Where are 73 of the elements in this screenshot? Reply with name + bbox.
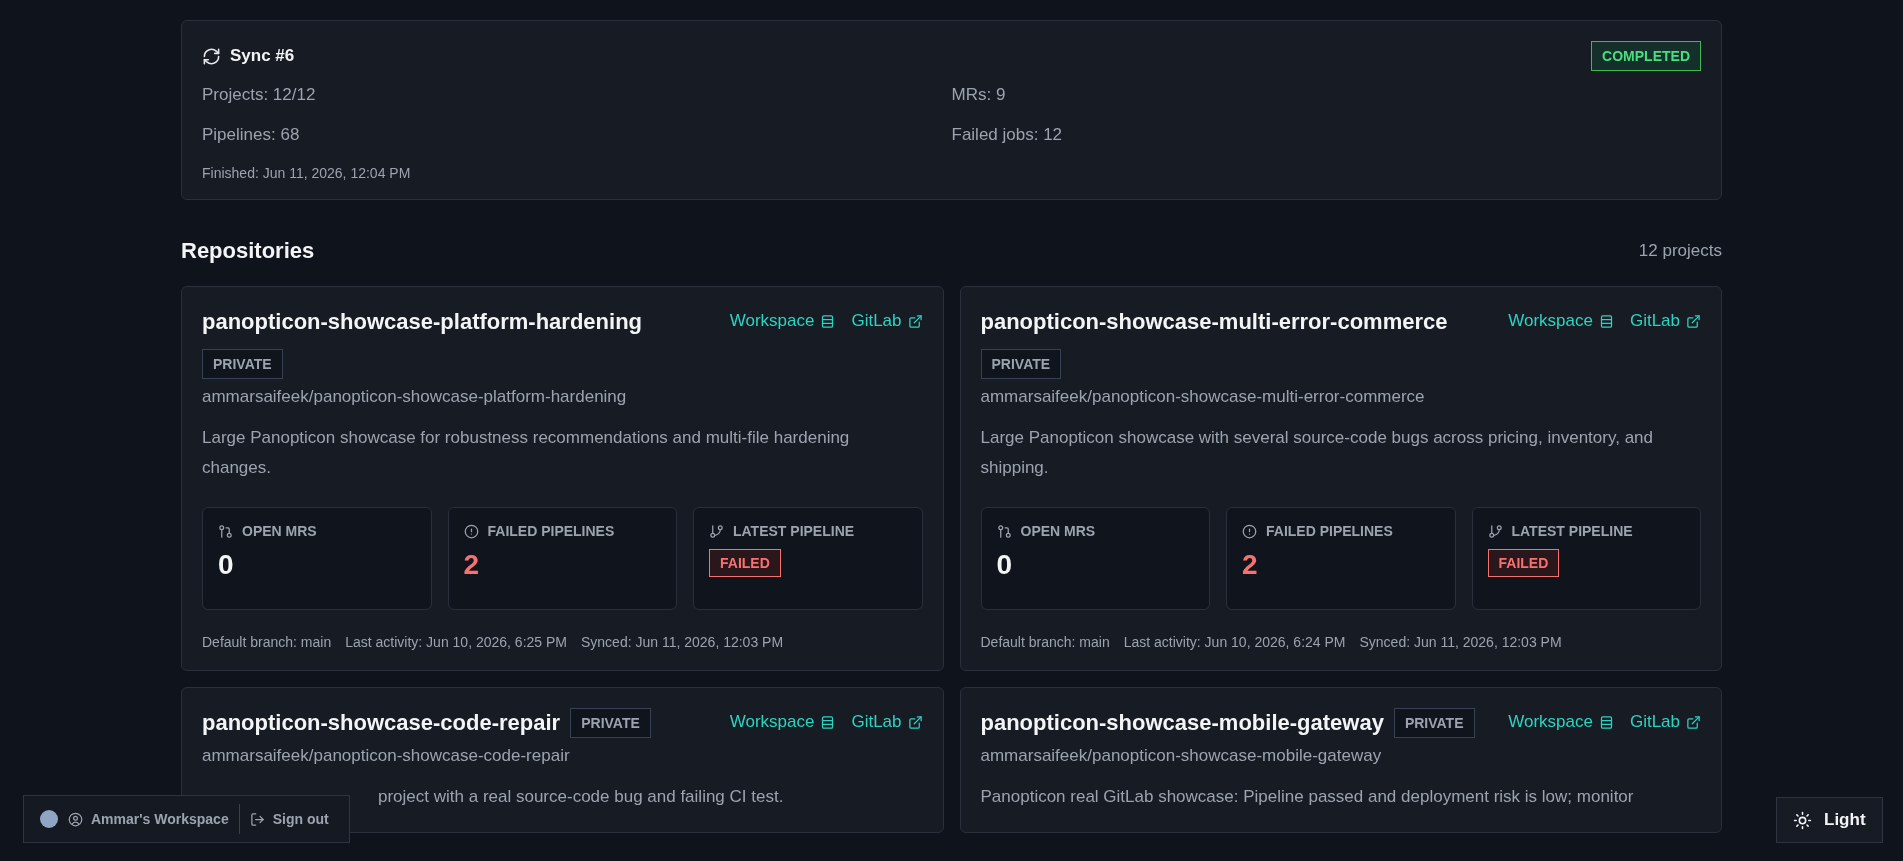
stat-label: LATEST PIPELINE	[1511, 523, 1633, 539]
stat-label: OPEN MRS	[1020, 523, 1096, 539]
sync-title: Sync #6	[230, 46, 295, 66]
user-icon	[68, 811, 83, 827]
workspace-link[interactable]: Workspace	[729, 712, 836, 732]
visibility-badge: PRIVATE	[1393, 708, 1475, 738]
project-count: 12 projects	[1638, 241, 1722, 261]
workspace-link[interactable]: Workspace	[1508, 311, 1614, 331]
stat-label: OPEN MRS	[242, 523, 317, 539]
repository-name: panopticon-showcase-multi-error-commerce	[980, 308, 1448, 336]
alert-circle-icon	[463, 523, 479, 539]
stat-value: 0	[218, 549, 235, 581]
gitlab-link[interactable]: GitLab	[851, 311, 923, 331]
list-icon	[820, 313, 836, 329]
gitlab-link[interactable]: GitLab	[851, 712, 923, 732]
workspace-link[interactable]: Workspace	[729, 311, 836, 331]
repository-name: panopticon-showcase-code-repair	[202, 709, 561, 737]
sync-stat: MRs: 9	[951, 85, 1007, 105]
status-badge: FAILED	[1487, 549, 1560, 577]
repository-description: Panopticon real GitLab showcase: Pipeline passed and deployment risk is low; monitor	[980, 786, 1635, 808]
repository-meta: Last activity: Jun 10, 2026, 6:25 PM	[345, 634, 567, 650]
gitlab-link[interactable]: GitLab	[1629, 712, 1701, 732]
repository-path: ammarsaifeek/panopticon-showcase-multi-error-commerce	[980, 387, 1426, 407]
pull-request-icon	[996, 523, 1012, 539]
stat-label: FAILED PIPELINES	[1266, 523, 1393, 539]
sync-stat: Pipelines: 68	[202, 125, 301, 145]
repository-meta: Default branch: main	[202, 634, 332, 650]
external-link-icon	[907, 313, 923, 329]
stat-value: 2	[1242, 549, 1259, 581]
list-icon	[1598, 313, 1614, 329]
stat-value: 0	[996, 549, 1014, 581]
visibility-badge: PRIVATE	[202, 349, 283, 379]
repository-name: panopticon-showcase-mobile-gateway	[980, 709, 1384, 737]
sync-stat: Projects: 12/12	[202, 85, 317, 105]
alert-circle-icon	[1242, 523, 1257, 539]
repository-meta: Synced: Jun 11, 2026, 12:03 PM	[1359, 634, 1562, 650]
repository-path: ammarsaifeek/panopticon-showcase-mobile-gateway	[980, 746, 1383, 766]
repository-name: panopticon-showcase-platform-hardening	[202, 308, 643, 336]
stat-value: 2	[463, 549, 481, 581]
repository-meta: Synced: Jun 11, 2026, 12:03 PM	[581, 634, 784, 650]
gitlab-link[interactable]: GitLab	[1629, 311, 1701, 331]
list-icon	[1598, 714, 1614, 730]
branch-icon	[1487, 523, 1503, 539]
sign-out-button[interactable]: Sign out	[249, 811, 329, 827]
external-link-icon	[1686, 313, 1701, 329]
visibility-badge: PRIVATE	[980, 349, 1062, 379]
workspace-link[interactable]: Workspace	[1508, 712, 1614, 732]
external-link-icon	[1686, 714, 1701, 730]
status-badge: FAILED	[709, 549, 781, 577]
list-icon	[820, 714, 836, 730]
visibility-badge: PRIVATE	[570, 708, 651, 738]
repository-path: ammarsaifeek/panopticon-showcase-code-repair	[202, 746, 571, 766]
section-heading: Repositories	[181, 238, 315, 264]
repository-meta: Last activity: Jun 10, 2026, 6:24 PM	[1123, 634, 1346, 650]
repository-description: project with a real source-code bug and failing CI test.	[377, 786, 785, 808]
repository-path: ammarsaifeek/panopticon-showcase-platform-hardening	[202, 387, 628, 407]
branch-icon	[709, 523, 724, 539]
workspace-button[interactable]: Ammar's Workspace	[68, 811, 229, 827]
avatar-icon	[40, 810, 58, 828]
finished-time: Finished: Jun 11, 2026, 12:04 PM	[202, 165, 412, 181]
sun-icon	[1793, 810, 1812, 830]
sync-stat: Failed jobs: 12	[951, 125, 1064, 145]
refresh-icon	[202, 46, 221, 66]
stat-label: FAILED PIPELINES	[487, 523, 615, 539]
pull-request-icon	[218, 523, 233, 539]
stat-label: LATEST PIPELINE	[733, 523, 855, 539]
status-badge: COMPLETED	[1591, 41, 1701, 71]
repository-description: Large Panopticon showcase for robustness recommendations and multi-file hardening changes.	[202, 427, 851, 479]
sign-out-icon	[249, 811, 265, 827]
theme-toggle-button[interactable]: Light	[1776, 797, 1883, 843]
repository-description: Large Panopticon showcase with several source-code bugs across pricing, inventory, and shipping.	[980, 427, 1654, 479]
repository-meta: Default branch: main	[980, 634, 1110, 650]
external-link-icon	[907, 714, 923, 730]
